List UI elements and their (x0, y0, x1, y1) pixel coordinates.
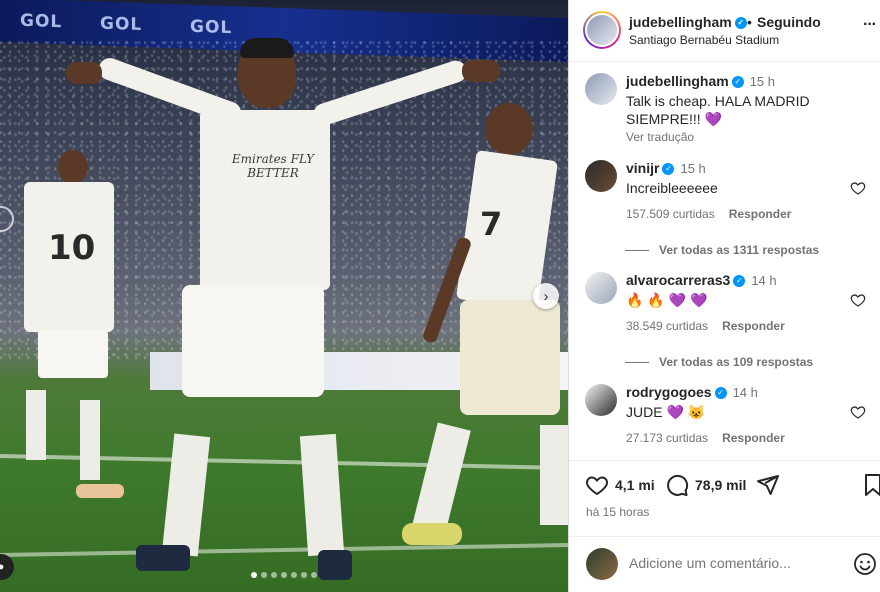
caption-text: Talk is cheap. HALA MADRID SIEMPRE!!! 💜 (626, 93, 810, 127)
avatar[interactable] (585, 160, 617, 192)
caption-time[interactable]: 15 h (750, 74, 775, 89)
carousel-dot (271, 572, 277, 578)
reply-button[interactable]: Responder (729, 207, 792, 221)
save-button[interactable] (863, 473, 880, 497)
likes-count: 4,1 mi (615, 477, 655, 493)
avatar[interactable] (583, 11, 621, 49)
author-username-text: judebellingham (629, 14, 732, 30)
location-link[interactable]: Santiago Bernabéu Stadium (629, 33, 779, 47)
author-username[interactable]: judebellingham ✓ (629, 14, 747, 30)
led-text: GOL (100, 13, 143, 36)
comment-time[interactable]: 14 h (751, 273, 776, 288)
verified-badge-icon: ✓ (733, 275, 746, 288)
comment-time[interactable]: 15 h (680, 161, 705, 176)
verified-badge-icon: ✓ (714, 387, 727, 400)
bookmark-icon (865, 474, 880, 496)
carousel-dot (311, 572, 317, 578)
comment-likes[interactable]: 157.509 curtidas (626, 207, 715, 221)
verified-badge-icon: ✓ (662, 163, 675, 176)
comment-likes[interactable]: 27.173 curtidas (626, 431, 708, 445)
carousel-dot (251, 572, 257, 578)
comment-text: 🔥 🔥 💜 💜 (626, 292, 708, 308)
carousel-dot (301, 572, 307, 578)
avatar[interactable] (585, 272, 617, 304)
following-button[interactable]: Seguindo (757, 14, 821, 30)
view-replies-button[interactable]: Ver todas as 1311 respostas (625, 243, 819, 257)
carousel-dot (261, 572, 267, 578)
avatar[interactable] (585, 73, 617, 105)
heart-icon[interactable] (850, 292, 866, 308)
paper-plane-icon (757, 475, 779, 495)
carousel-dot (291, 572, 297, 578)
verified-badge-icon: ✓ (734, 17, 747, 30)
comment-username[interactable]: rodrygogoes (626, 384, 712, 400)
comment-username[interactable]: vinijr (626, 160, 659, 176)
led-text: GOL (190, 16, 233, 39)
like-button[interactable]: 4,1 mi (585, 473, 655, 497)
comments-count: 78,9 mil (695, 477, 747, 493)
translate-link[interactable]: Ver tradução (626, 130, 846, 144)
comment-input[interactable] (629, 555, 829, 571)
chevron-right-icon[interactable]: › (533, 283, 559, 309)
comments-list[interactable]: judebellingham ✓ 15 h Talk is cheap. HALA … (569, 62, 880, 460)
reply-button[interactable]: Responder (722, 319, 785, 333)
comment-bubble-icon (667, 474, 689, 496)
post-actions: 4,1 mi 78,9 mil há 15 horas (569, 460, 880, 536)
player-main: Emirates FLY BETTER (60, 38, 520, 580)
heart-icon[interactable] (850, 404, 866, 420)
post-header: judebellingham ✓ • Seguindo Santiago Bern… (569, 0, 880, 62)
verified-badge-icon: ✓ (731, 76, 744, 89)
led-text: GOL (20, 10, 63, 33)
comment-time[interactable]: 14 h (733, 385, 758, 400)
carousel-dot (281, 572, 287, 578)
heart-icon (586, 476, 608, 496)
view-replies-button[interactable]: Ver todas as 109 respostas (625, 355, 813, 369)
reply-button[interactable]: Responder (722, 431, 785, 445)
post-details-panel: judebellingham ✓ • Seguindo Santiago Bern… (568, 0, 880, 592)
avatar (586, 548, 618, 580)
comment-button[interactable]: 78,9 mil (665, 473, 746, 497)
shirt-sponsor: Emirates FLY BETTER (231, 152, 315, 180)
more-options-icon[interactable]: ··· (863, 16, 877, 34)
add-comment-bar (569, 536, 880, 592)
post-photo[interactable]: GOL GOL GOL 10 7 Emirates FLY BETTER › ● (0, 0, 568, 592)
separator-dot: • (747, 14, 752, 30)
carousel-dots (0, 572, 568, 578)
comment-username[interactable]: alvarocarreras3 (626, 272, 730, 288)
avatar[interactable] (585, 384, 617, 416)
share-button[interactable] (756, 473, 780, 497)
comment-likes[interactable]: 38.549 curtidas (626, 319, 708, 333)
post-time[interactable]: há 15 horas (586, 505, 649, 519)
smiley-icon[interactable] (853, 552, 877, 576)
caption-username[interactable]: judebellingham (626, 73, 729, 89)
comment-text: JUDE 💜 😺 (626, 404, 706, 420)
heart-icon[interactable] (850, 180, 866, 196)
comment-text: Increibleeeeee (626, 180, 718, 196)
